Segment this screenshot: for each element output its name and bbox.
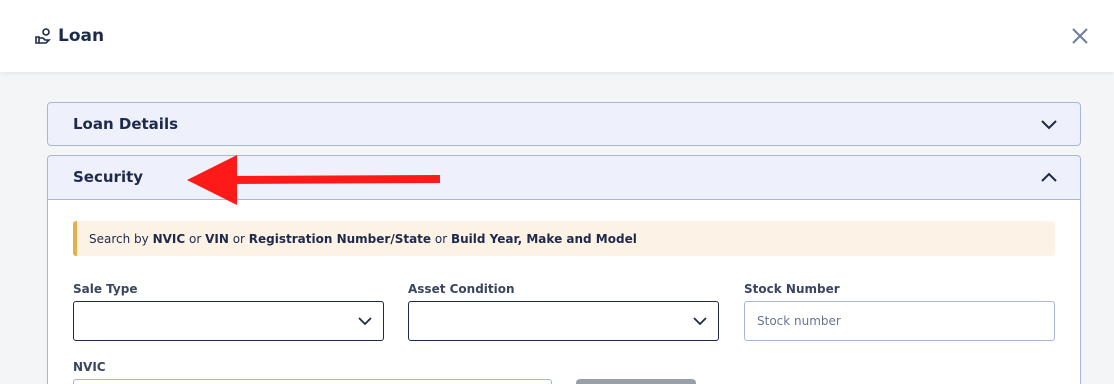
security-panel: Security Search by NVIC or VIN or Regist… [47, 155, 1081, 384]
modal-title: Loan [58, 26, 105, 46]
asset-condition-select[interactable] [408, 301, 719, 341]
chevron-up-icon[interactable] [1040, 168, 1058, 186]
sale-type-select[interactable] [73, 301, 384, 341]
nvic-label: NVIC [73, 360, 106, 374]
notice-text-part: or [431, 231, 451, 246]
loan-details-panel[interactable]: Loan Details [47, 102, 1081, 146]
modal-title-group: Loan [34, 26, 104, 46]
stock-number-input[interactable]: Stock number [744, 301, 1055, 341]
nvic-input[interactable] [73, 379, 552, 384]
modal-header: Loan [0, 0, 1114, 72]
notice-keyword: Build Year, Make and Model [450, 231, 637, 246]
loan-details-header[interactable]: Loan Details [48, 103, 1080, 145]
stock-number-placeholder: Stock number [757, 314, 841, 328]
close-icon[interactable] [1068, 24, 1092, 48]
sale-type-label: Sale Type [73, 282, 138, 296]
notice-text-part: or [185, 231, 206, 246]
security-label: Security [73, 168, 144, 186]
loan-details-label: Loan Details [73, 115, 179, 133]
notice-keyword: VIN [205, 231, 229, 246]
stock-number-label: Stock Number [744, 282, 840, 296]
security-header[interactable]: Security [48, 156, 1080, 198]
chevron-down-icon [692, 313, 708, 329]
notice-text-part: or [228, 231, 249, 246]
chevron-down-icon[interactable] [1040, 115, 1058, 133]
notice-keyword: NVIC [152, 231, 186, 246]
notice-keyword: Registration Number/State [248, 231, 432, 246]
asset-condition-label: Asset Condition [408, 282, 515, 296]
notice-text-part: Search by [89, 231, 153, 246]
chevron-down-icon [357, 313, 373, 329]
search-hint-text: Search by NVIC or VIN or Registration Nu… [89, 232, 637, 246]
nvic-search-button[interactable] [576, 379, 696, 384]
search-hint-notice: Search by NVIC or VIN or Registration Nu… [73, 221, 1055, 256]
security-body: Search by NVIC or VIN or Registration Nu… [48, 199, 1080, 384]
hand-coin-icon [34, 27, 52, 45]
